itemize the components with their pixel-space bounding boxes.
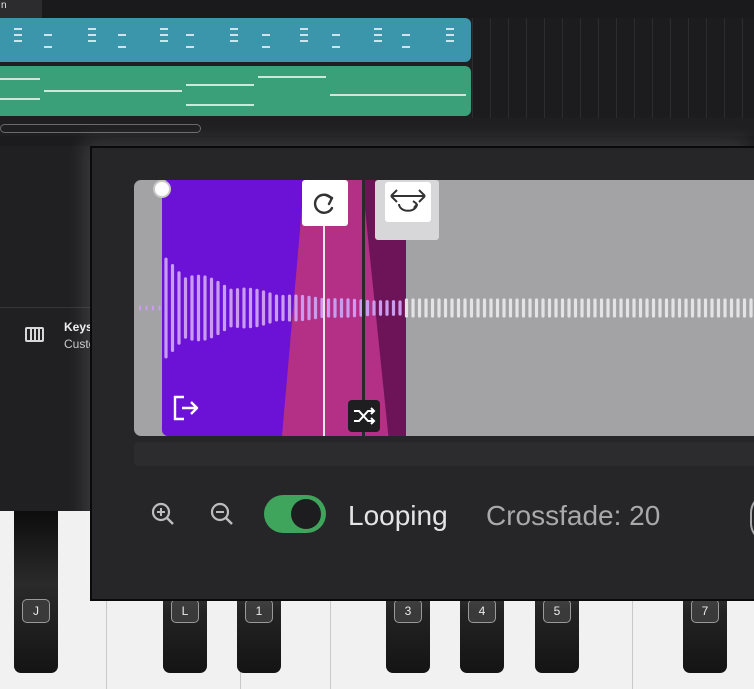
note-bar [0,78,40,80]
looping-toggle[interactable] [264,495,326,533]
shuffle-button[interactable] [348,400,380,432]
key-label: 5 [543,599,571,623]
note-mark [14,34,22,36]
note-mark [262,46,270,48]
track-clip-blue[interactable] [0,18,471,62]
shuffle-icon [354,407,376,425]
zoom-out-button[interactable] [209,501,235,532]
waveform [139,257,753,359]
note-mark [230,28,238,30]
note-mark [332,46,340,48]
note-mark [230,40,238,42]
note-mark [44,46,52,48]
note-bar [0,98,40,100]
note-mark [230,34,238,36]
app-window: n Keys Custom J L 1 3 4 [0,0,754,689]
note-bar [330,94,466,96]
note-mark [14,28,22,30]
note-mark [446,28,454,30]
note-mark [186,34,194,36]
note-bar [186,104,254,106]
note-mark [88,34,96,36]
looping-label: Looping [348,500,448,531]
key-label: 1 [245,599,273,623]
exit-icon [173,395,199,421]
waveform-editor[interactable] [134,180,754,436]
note-mark [374,40,382,42]
key-label: J [22,599,50,623]
note-mark [300,40,308,42]
note-mark [88,40,96,42]
note-bar [258,76,326,78]
note-mark [118,34,126,36]
track-clip-green[interactable] [0,66,471,116]
note-mark [446,40,454,42]
swap-arrows-icon [390,189,426,212]
note-bar [186,84,254,86]
toggle-knob [291,499,321,529]
note-mark [160,34,168,36]
zoom-in-button[interactable] [150,501,176,532]
panel-divider [0,307,90,308]
timeline-tab[interactable]: n [0,0,42,18]
swap-handle-face [385,182,431,222]
note-mark [402,34,410,36]
key-label: 7 [691,599,719,623]
black-key[interactable]: J [14,511,58,673]
note-mark [118,46,126,48]
note-mark [374,34,382,36]
sampler-panel: Looping Crossfade: 20 [90,146,754,601]
timeline-header: n [0,0,754,18]
note-mark [160,40,168,42]
note-mark [186,46,194,48]
loop-start-marker[interactable] [323,226,325,436]
note-mark [332,34,340,36]
note-mark [374,28,382,30]
note-mark [88,28,96,30]
waveform-scrollbar[interactable] [134,442,754,466]
exit-button[interactable] [172,394,200,427]
timeline-divider [0,136,754,146]
zoom-out-icon [210,502,233,525]
note-mark [14,40,22,42]
zoom-in-icon [151,502,174,525]
sample-start-handle[interactable] [153,180,171,198]
note-bar [44,90,182,92]
key-label: 3 [394,599,422,623]
note-mark [300,28,308,30]
note-mark [160,28,168,30]
note-mark [300,34,308,36]
loop-end-handle[interactable] [375,180,439,240]
timeline-grid[interactable] [472,18,754,118]
key-label: L [171,599,199,623]
loop-end-marker[interactable] [362,180,365,436]
redo-arrow-icon [313,193,334,214]
note-mark [262,34,270,36]
piano-keys-icon [25,327,44,342]
note-mark [446,34,454,36]
options-button[interactable] [750,493,754,543]
crossfade-label[interactable]: Crossfade: 20 [486,500,660,532]
key-label: 4 [468,599,496,623]
loop-start-handle[interactable] [302,180,348,226]
timeline-scrollbar[interactable] [0,124,201,133]
instrument-name[interactable]: Keys [64,320,90,334]
note-mark [402,46,410,48]
instrument-subtitle: Custom [64,337,90,351]
note-mark [44,34,52,36]
